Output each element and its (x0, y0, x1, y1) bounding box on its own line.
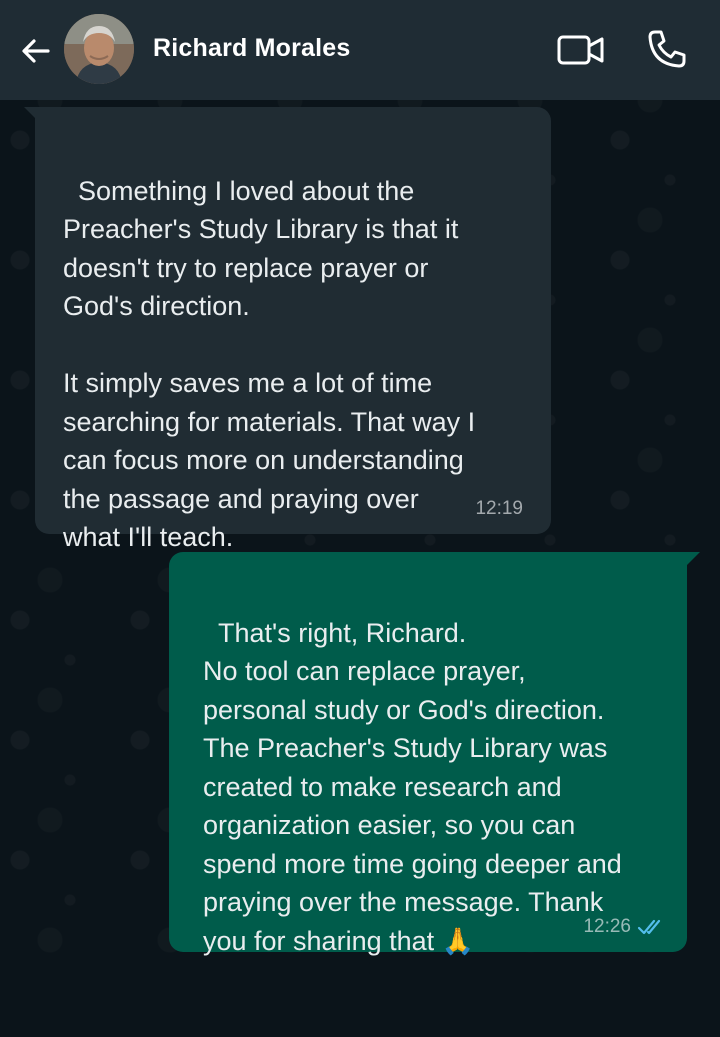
voice-call-icon[interactable] (646, 28, 688, 70)
message-timestamp: 12:19 (475, 498, 523, 519)
chat-header: Richard Morales (0, 0, 720, 100)
back-arrow-icon[interactable] (18, 33, 54, 69)
message-text: Something I loved about the Preacher's S… (63, 175, 476, 553)
outgoing-message-bubble[interactable]: That's right, Richard. No tool can repla… (169, 552, 687, 956)
video-call-icon[interactable] (556, 32, 606, 68)
praying-hands-emoji: 🙏 (441, 925, 475, 956)
contact-name[interactable]: Richard Morales (153, 34, 351, 63)
incoming-message-bubble[interactable]: Something I loved about the Preacher's S… (35, 107, 551, 552)
read-receipt-icon (637, 919, 661, 935)
message-text: That's right, Richard. No tool can repla… (203, 617, 622, 956)
message-timestamp: 12:26 (583, 916, 631, 937)
avatar[interactable] (64, 14, 134, 84)
